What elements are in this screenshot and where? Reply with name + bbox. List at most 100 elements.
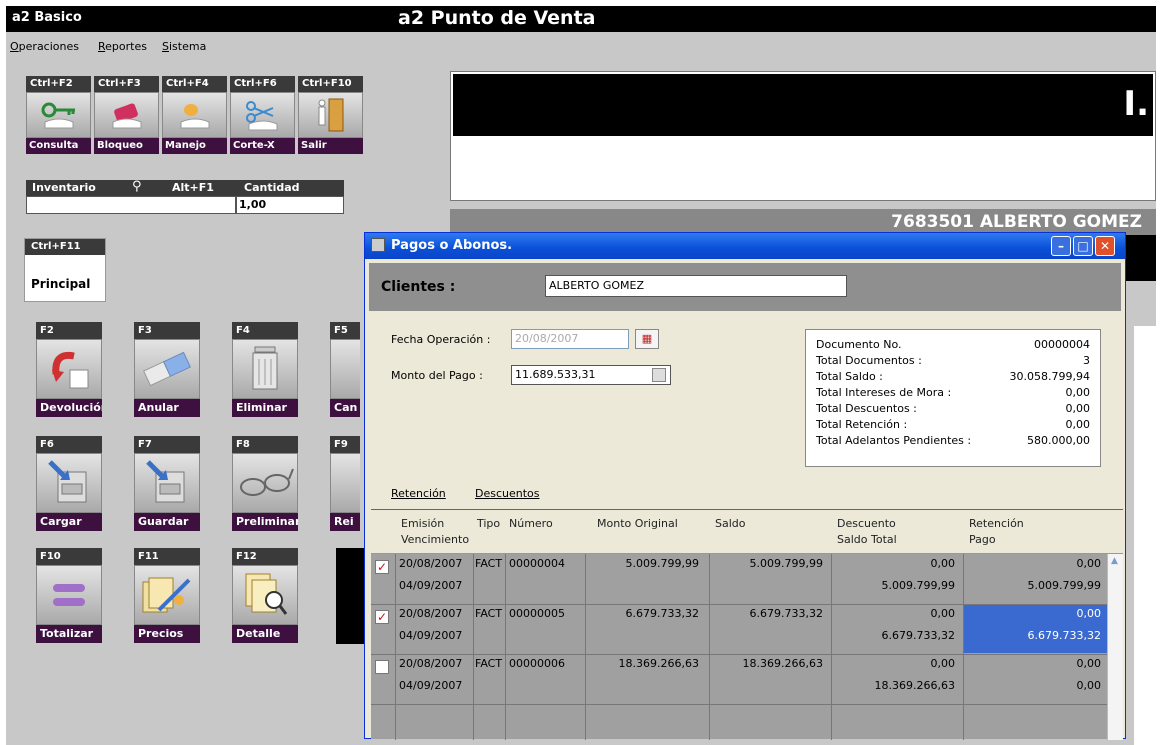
cell-descuento: 0,00 — [930, 557, 956, 570]
shortcut-key: F12 — [232, 548, 298, 565]
cell-monto: 6.679.733,32 — [625, 607, 699, 620]
shortcut-key: F11 — [134, 548, 200, 565]
quantity-input[interactable]: 1,00 — [236, 196, 344, 214]
button-label: Eliminar — [232, 399, 298, 417]
cell-pago: 6.679.733,32 — [1027, 629, 1101, 642]
devolucion-button[interactable]: F2 Devolución — [36, 322, 102, 420]
col-emision: Emisión — [401, 517, 445, 530]
totalizar-button[interactable]: F10 Totalizar — [36, 548, 102, 646]
calculator-icon[interactable] — [652, 368, 666, 382]
cell-monto: 18.369.266,63 — [618, 657, 699, 670]
tab-descuentos[interactable]: Descuentos — [475, 487, 540, 500]
summary-label: Total Saldo : — [816, 370, 883, 383]
eliminar-button[interactable]: F4 Eliminar — [232, 322, 298, 420]
tab-label: Principal — [31, 277, 91, 291]
maximize-button[interactable]: □ — [1073, 236, 1093, 256]
app-title: a2 Punto de Venta — [398, 7, 596, 29]
cell-emision: 20/08/2007 — [399, 657, 463, 670]
cell-saldo: 18.369.266,63 — [742, 657, 823, 670]
cell-saldo-total: 18.369.266,63 — [874, 679, 955, 692]
close-button[interactable]: ✕ — [1095, 236, 1115, 256]
col-vencimiento: Vencimiento — [401, 533, 470, 546]
customer-name: 7683501 ALBERTO GOMEZ — [891, 212, 1142, 232]
right-panel — [1134, 326, 1156, 745]
button-label: Guardar — [134, 513, 200, 531]
calendar-icon[interactable]: ▦ — [635, 329, 659, 349]
scissors-icon — [245, 101, 277, 131]
consulta-button[interactable]: Ctrl+F2 Consulta — [26, 76, 91, 156]
grid-body: ✓ 20/08/2007 04/09/2007 FACT 00000004 5.… — [371, 554, 1107, 740]
summary-value: 3 — [1083, 354, 1090, 367]
menu-reportes[interactable]: Reportes — [98, 40, 147, 53]
menu-bar: Operaciones Reportes Sistema — [6, 36, 1156, 58]
preliminar-button[interactable]: F8 Preliminar — [232, 436, 298, 534]
minimize-button[interactable]: – — [1051, 236, 1071, 256]
salir-button[interactable]: Ctrl+F10 Salir — [298, 76, 363, 156]
equals-icon — [53, 584, 85, 606]
monto-label: Monto del Pago : — [391, 369, 483, 382]
client-name-field[interactable]: ALBERTO GOMEZ — [545, 275, 847, 297]
shortcut-label: Alt+F1 — [172, 181, 214, 194]
tab-retencion[interactable]: Retención — [391, 487, 446, 500]
precios-button[interactable]: F11 Precios — [134, 548, 200, 646]
shortcut-key: F5 — [330, 322, 360, 339]
grid-header: Emisión Vencimiento Tipo Número Monto Or… — [371, 510, 1123, 554]
button-face — [26, 92, 91, 138]
cell-saldo: 6.679.733,32 — [749, 607, 823, 620]
fecha-value: 20/08/2007 — [515, 332, 579, 345]
f9-button[interactable]: F9 Rei — [330, 436, 360, 534]
cell-saldo-total: 5.009.799,99 — [881, 579, 955, 592]
summary-value: 0,00 — [1065, 402, 1091, 415]
cargar-button[interactable]: F6 Cargar — [36, 436, 102, 534]
tab-principal[interactable]: Ctrl+F11 Principal — [24, 238, 106, 302]
button-face — [134, 339, 200, 399]
cell-numero: 00000004 — [509, 557, 565, 570]
fecha-field[interactable]: 20/08/2007 — [511, 329, 629, 349]
bloqueo-button[interactable]: Ctrl+F3 Bloqueo — [94, 76, 159, 156]
inventory-input[interactable] — [26, 196, 236, 214]
shortcut-key: F10 — [36, 548, 102, 565]
menu-sistema[interactable]: Sistema — [162, 40, 206, 53]
vertical-scrollbar[interactable]: ▲ — [1107, 554, 1123, 740]
app-icon — [371, 238, 385, 252]
summary-label: Total Documentos : — [816, 354, 922, 367]
fecha-label: Fecha Operación : — [391, 333, 491, 346]
row-checkbox[interactable]: ✓ — [375, 610, 389, 624]
shortcut-key: F8 — [232, 436, 298, 453]
row-checkbox[interactable] — [375, 660, 389, 674]
table-row[interactable]: ✓ 20/08/2007 04/09/2007 FACT 00000004 5.… — [371, 554, 1107, 604]
button-label: Rei — [330, 513, 360, 531]
monto-field[interactable]: 11.689.533,31 — [511, 365, 671, 385]
table-row[interactable]: 20/08/2007 04/09/2007 FACT 00000006 18.3… — [371, 654, 1107, 704]
menu-operaciones[interactable]: Operaciones — [10, 40, 79, 53]
row-checkbox[interactable]: ✓ — [375, 560, 389, 574]
search-icon[interactable]: ⚲ — [132, 179, 142, 194]
scroll-up-icon[interactable]: ▲ — [1111, 556, 1118, 566]
anular-button[interactable]: F3 Anular — [134, 322, 200, 420]
button-face — [36, 565, 102, 625]
trash-icon — [252, 346, 278, 390]
button-face — [232, 453, 298, 513]
f5-button[interactable]: F5 Can — [330, 322, 360, 420]
client-name-value: ALBERTO GOMEZ — [549, 279, 645, 292]
corte-x-button[interactable]: Ctrl+F6 Corte-X — [230, 76, 295, 156]
cell-saldo: 5.009.799,99 — [749, 557, 823, 570]
cell-retencion: 0,00 — [1076, 607, 1102, 620]
guardar-button[interactable]: F7 Guardar — [134, 436, 200, 534]
detalle-button[interactable]: F12 Detalle — [232, 548, 298, 646]
col-pago: Pago — [969, 533, 996, 546]
table-row[interactable]: ✓ 20/08/2007 04/09/2007 FACT 00000005 6.… — [371, 604, 1107, 654]
button-face — [230, 92, 295, 138]
col-descuento: Descuento — [837, 517, 896, 530]
manejo-button[interactable]: Ctrl+F4 Manejo — [162, 76, 227, 156]
button-face — [232, 339, 298, 399]
button-face — [134, 565, 200, 625]
col-tipo: Tipo — [477, 517, 501, 530]
button-face — [232, 565, 298, 625]
quantity-value: 1,00 — [239, 198, 267, 211]
box-icon — [330, 339, 360, 399]
button-label: Salir — [298, 138, 363, 154]
button-face — [134, 453, 200, 513]
app-name: a2 Basico — [12, 10, 82, 25]
shortcut-key: Ctrl+F3 — [94, 76, 159, 92]
